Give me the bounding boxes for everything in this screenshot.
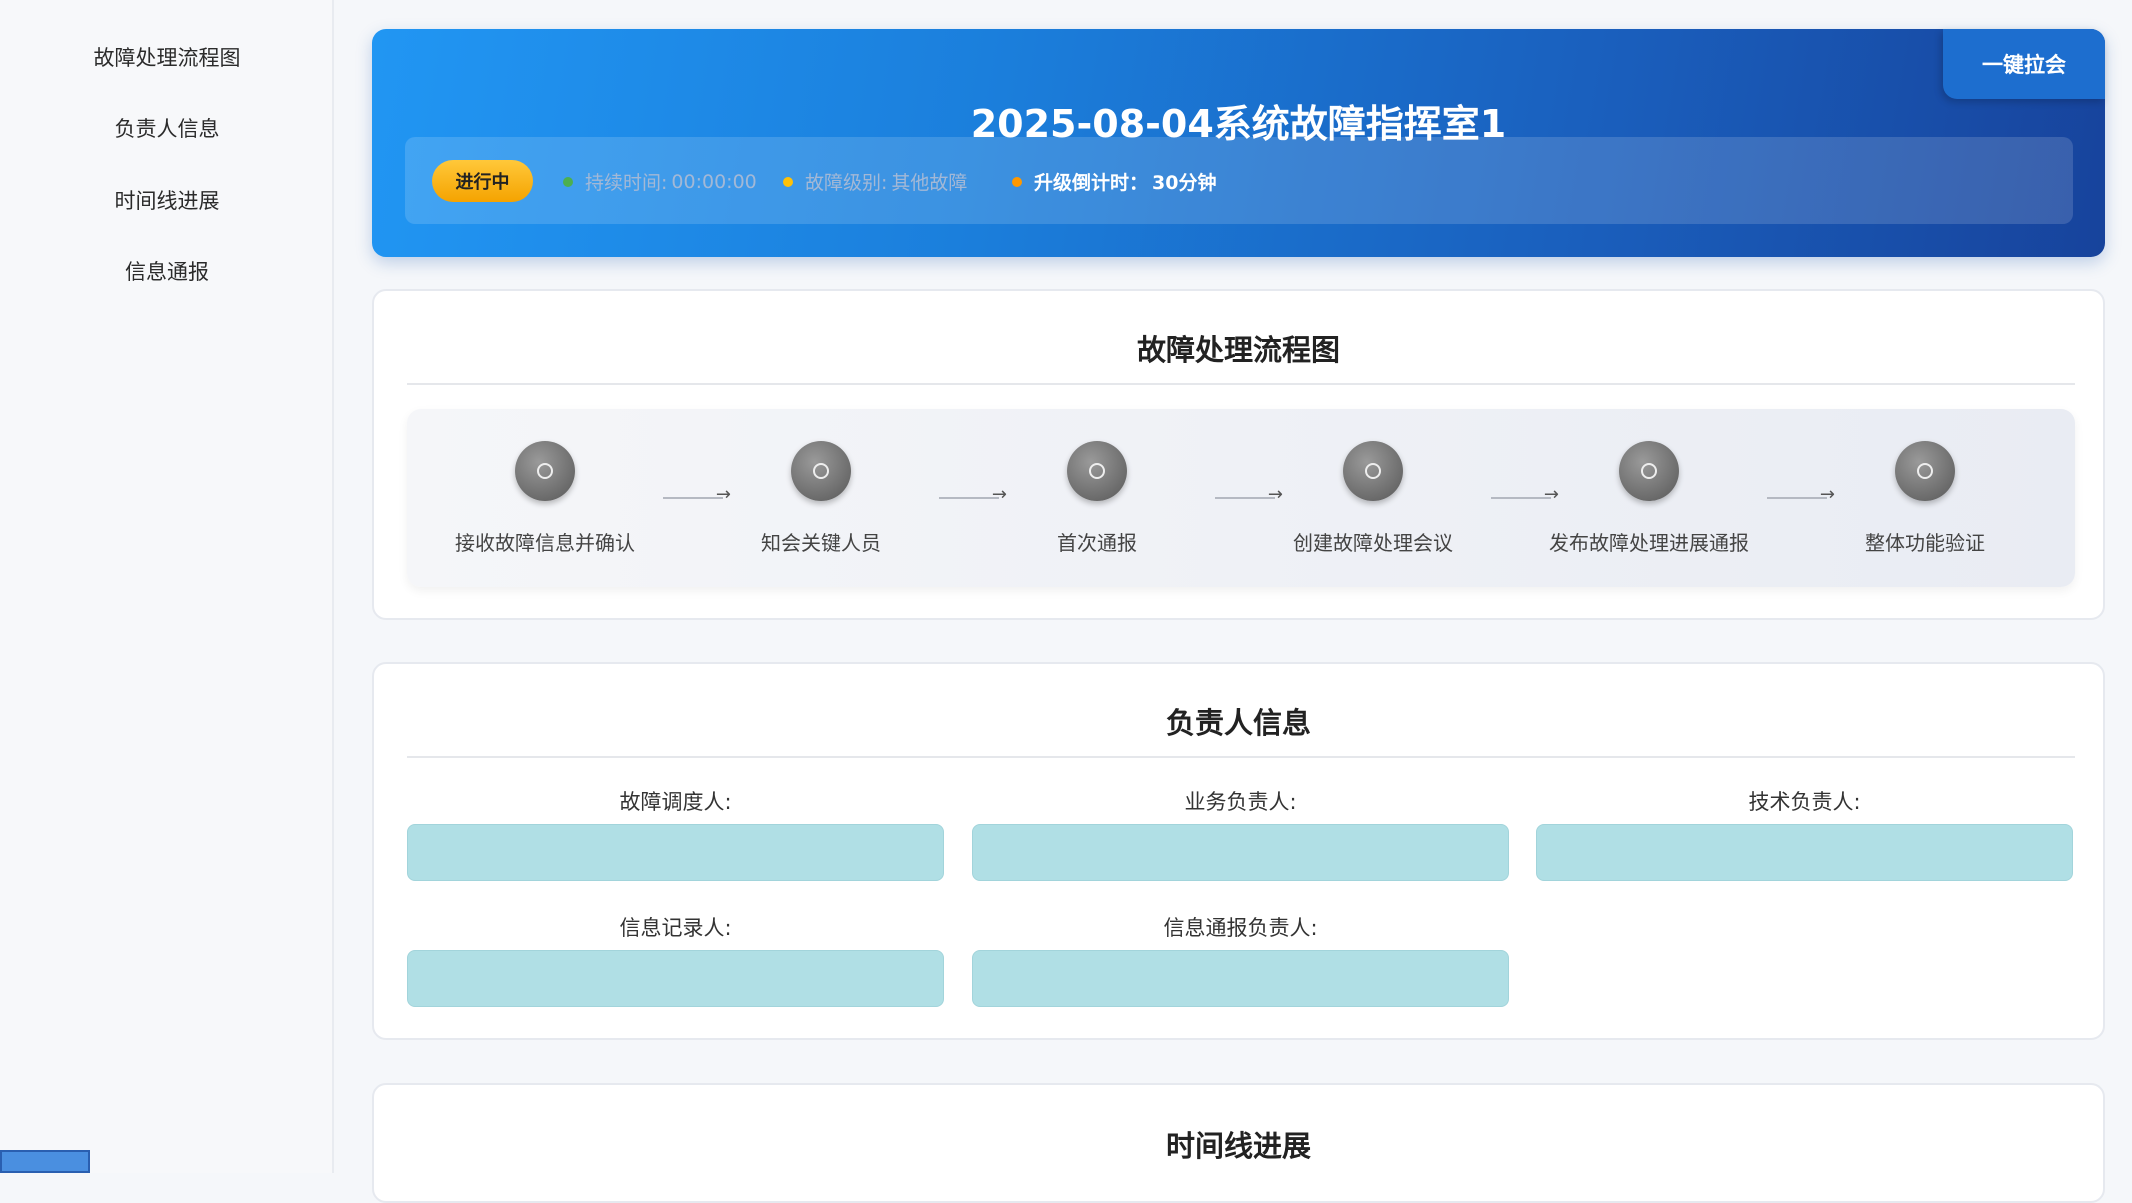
business-owner-label: 业务负责人: <box>1184 790 1297 814</box>
dispatcher-label: 故障调度人: <box>619 790 732 814</box>
notification-owner-label: 信息通报负责人: <box>1163 916 1318 940</box>
duration-stat: 持续时间: 00:00:00 <box>563 168 757 195</box>
flow-step[interactable]: 发布故障处理进展通报 <box>1519 441 1779 556</box>
flowchart-title: 故障处理流程图 <box>1136 333 1340 367</box>
step-circle-icon <box>1343 441 1403 501</box>
divider <box>407 383 2075 385</box>
status-bar: 进行中 持续时间: 00:00:00 故障级别: 其他故障 升级倒计时： 30分… <box>405 137 2073 224</box>
one-click-meeting-button[interactable]: 一键拉会 <box>1943 29 2105 99</box>
level-value: 其他故障 <box>891 172 968 194</box>
sidebar-item-notification[interactable]: 信息通报 <box>0 256 334 286</box>
countdown-label: 升级倒计时： <box>1034 172 1149 194</box>
step-label: 首次通报 <box>1057 531 1137 555</box>
step-circle-icon <box>1067 441 1127 501</box>
flow-step[interactable]: 知会关键人员 <box>691 441 951 556</box>
owners-title: 负责人信息 <box>1165 706 1311 740</box>
flowchart-card: 故障处理流程图 接收故障信息并确认 知会关键人员 首次通报 创建故障处理会议 <box>372 289 2105 620</box>
notification-owner-field[interactable] <box>972 950 1509 1007</box>
tech-owner-label: 技术负责人: <box>1748 790 1861 814</box>
duration-value: 00:00:00 <box>671 170 757 193</box>
step-circle-icon <box>791 441 851 501</box>
flow-step[interactable]: 首次通报 <box>967 441 1227 556</box>
step-circle-icon <box>1619 441 1679 501</box>
minimized-window-thumbnail[interactable] <box>0 1150 90 1173</box>
yellow-dot-icon <box>783 176 793 187</box>
timeline-title: 时间线进展 <box>1165 1129 1311 1163</box>
owners-card: 负责人信息 故障调度人: 业务负责人: 技术负责人: 信息记录人: 信息通报负责… <box>372 662 2105 1040</box>
flow-steps: 接收故障信息并确认 知会关键人员 首次通报 创建故障处理会议 发布故障处理进展通… <box>407 409 2075 587</box>
flow-step[interactable]: 整体功能验证 <box>1795 441 2055 556</box>
duration-label: 持续时间: <box>585 172 668 194</box>
green-dot-icon <box>563 176 573 187</box>
countdown-stat: 升级倒计时： 30分钟 <box>1012 168 1216 195</box>
sidebar-item-flowchart[interactable]: 故障处理流程图 <box>0 42 334 72</box>
sidebar-item-owners[interactable]: 负责人信息 <box>0 113 334 143</box>
tech-owner-field[interactable] <box>1536 824 2073 881</box>
dispatcher-field[interactable] <box>407 824 944 881</box>
flow-step[interactable]: 接收故障信息并确认 <box>415 441 675 556</box>
step-circle-icon <box>1895 441 1955 501</box>
orange-dot-icon <box>1012 176 1022 187</box>
business-owner-field[interactable] <box>972 824 1509 881</box>
recorder-field[interactable] <box>407 950 944 1007</box>
step-label: 知会关键人员 <box>761 531 881 555</box>
recorder-label: 信息记录人: <box>619 916 732 940</box>
flow-step[interactable]: 创建故障处理会议 <box>1243 441 1503 556</box>
sidebar: 故障处理流程图 负责人信息 时间线进展 信息通报 <box>0 0 334 1173</box>
incident-header-banner: 2025-08-04系统故障指挥室1 一键拉会 进行中 持续时间: 00:00:… <box>372 29 2105 257</box>
step-label: 接收故障信息并确认 <box>455 531 635 555</box>
timeline-card: 时间线进展 <box>372 1083 2105 1203</box>
step-label: 创建故障处理会议 <box>1293 531 1453 555</box>
step-label: 整体功能验证 <box>1865 531 1985 555</box>
countdown-value: 30分钟 <box>1152 172 1217 194</box>
step-circle-icon <box>515 441 575 501</box>
divider <box>407 756 2075 758</box>
step-label: 发布故障处理进展通报 <box>1549 531 1749 555</box>
sidebar-item-timeline[interactable]: 时间线进展 <box>0 185 334 215</box>
level-label: 故障级别: <box>805 172 888 194</box>
level-stat: 故障级别: 其他故障 <box>783 168 967 195</box>
main-content: 2025-08-04系统故障指挥室1 一键拉会 进行中 持续时间: 00:00:… <box>336 0 2132 1203</box>
status-badge: 进行中 <box>432 160 533 202</box>
